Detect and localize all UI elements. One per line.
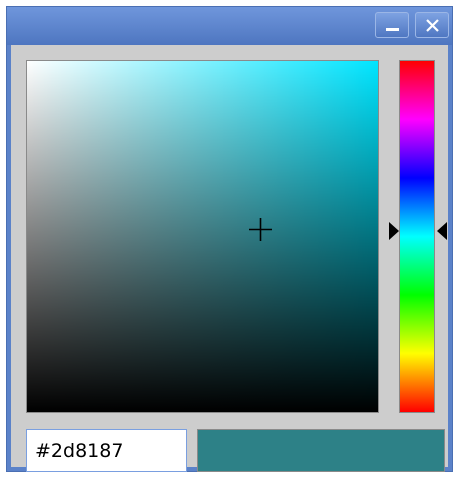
hue-slider[interactable] (399, 60, 435, 413)
hex-input[interactable] (26, 429, 187, 472)
color-picker-window (6, 6, 453, 472)
color-preview-swatch (197, 429, 445, 472)
minimize-icon (386, 28, 399, 31)
close-icon (426, 19, 439, 32)
hue-arrow-right-icon[interactable] (437, 222, 447, 240)
saturation-value-field[interactable] (26, 60, 379, 413)
picker-panel (11, 45, 448, 472)
close-button[interactable] (415, 12, 449, 38)
title-bar[interactable] (7, 7, 452, 45)
sv-value-layer (27, 61, 378, 412)
minimize-button[interactable] (375, 12, 409, 38)
hue-arrow-left-icon[interactable] (389, 222, 399, 240)
crosshair-icon[interactable] (249, 218, 272, 241)
